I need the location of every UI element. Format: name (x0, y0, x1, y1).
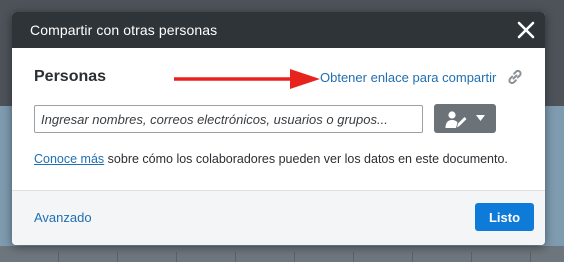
background-grid-lines (0, 252, 564, 262)
dialog-header: Compartir con otras personas (12, 12, 545, 48)
get-shareable-link[interactable]: Obtener enlace para compartir (320, 70, 496, 85)
dialog-title: Compartir con otras personas (30, 22, 218, 38)
help-text: Conoce más sobre cómo los colaboradores … (34, 152, 508, 166)
annotation-arrow (174, 69, 320, 89)
chevron-down-icon (476, 115, 485, 121)
dialog-footer: Avanzado Listo (12, 190, 545, 245)
permission-dropdown-button[interactable] (434, 104, 496, 133)
close-icon[interactable] (513, 17, 539, 43)
advanced-link[interactable]: Avanzado (34, 210, 92, 225)
done-button[interactable]: Listo (475, 203, 534, 231)
people-heading: Personas (34, 68, 107, 85)
link-icon[interactable] (506, 68, 524, 86)
edit-permission-icon (445, 111, 467, 128)
help-description: sobre cómo los colaboradores pueden ver … (104, 152, 508, 166)
learn-more-link[interactable]: Conoce más (34, 152, 104, 166)
share-dialog: Compartir con otras personas Personas Ob… (12, 12, 545, 245)
invite-people-input[interactable] (34, 105, 423, 133)
